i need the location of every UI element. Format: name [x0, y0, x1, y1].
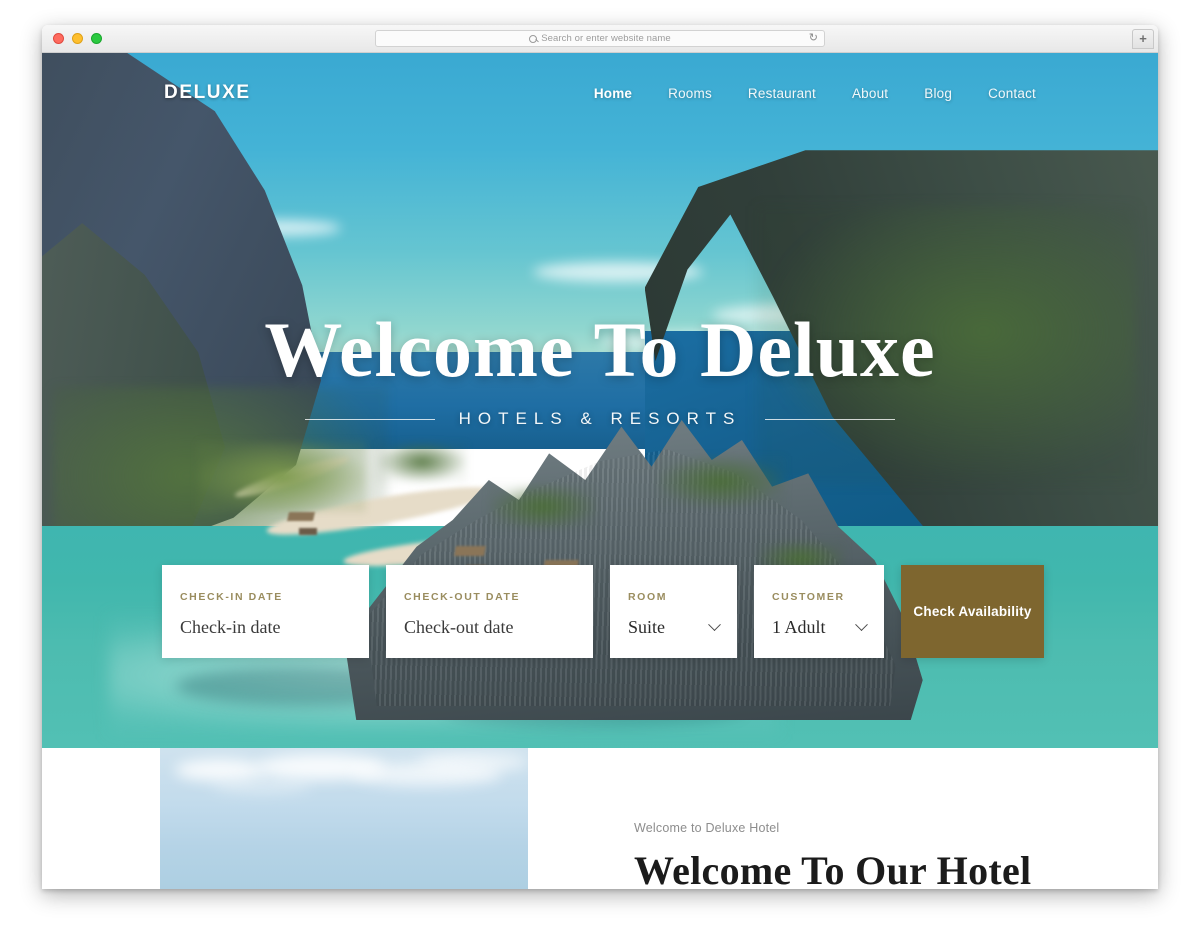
nav-item-home[interactable]: Home: [594, 86, 632, 101]
hero-copy: Welcome To Deluxe HOTELS & RESORTS: [42, 311, 1158, 429]
welcome-section-photo: [160, 748, 528, 889]
beach-hut-roof: [454, 546, 486, 557]
booking-form: CHECK-IN DATE Check-in date CHECK-OUT DA…: [162, 565, 1044, 658]
hero-subtitle-row: HOTELS & RESORTS: [42, 409, 1158, 429]
checkin-date-label: CHECK-IN DATE: [180, 591, 283, 603]
karst-vegetation: [488, 483, 599, 530]
hero-title: Welcome To Deluxe: [264, 306, 936, 393]
customer-select-value[interactable]: 1 Adult: [772, 617, 826, 638]
window-traffic-lights: [53, 33, 102, 44]
divider-line-right: [765, 418, 896, 420]
room-select-value[interactable]: Suite: [628, 617, 665, 638]
room-label: ROOM: [628, 591, 668, 603]
brand-logo[interactable]: DELUXE: [164, 82, 251, 104]
checkin-date-value-row: Check-in date: [180, 617, 351, 638]
nav-item-about[interactable]: About: [852, 86, 888, 101]
search-icon: [529, 34, 538, 43]
cloud-shape: [211, 779, 312, 794]
address-bar-placeholder: Search or enter website name: [541, 33, 671, 44]
checkout-date-value-row: Check-out date: [404, 617, 575, 638]
welcome-section: Welcome to Deluxe Hotel Welcome To Our H…: [42, 748, 1158, 889]
beach-hut: [298, 528, 317, 536]
site-navigation: DELUXE Home Rooms Restaurant About Blog …: [42, 53, 1158, 133]
chevron-down-icon[interactable]: [708, 618, 721, 632]
room-select-field[interactable]: ROOM Suite: [610, 565, 737, 658]
nav-item-contact[interactable]: Contact: [988, 86, 1036, 101]
close-window-button[interactable]: [53, 33, 64, 44]
customer-label: CUSTOMER: [772, 591, 845, 603]
page-viewport: DELUXE Home Rooms Restaurant About Blog …: [42, 53, 1158, 889]
maximize-window-button[interactable]: [91, 33, 102, 44]
divider-line-left: [304, 418, 435, 420]
nav-links: Home Rooms Restaurant About Blog Contact: [594, 86, 1036, 101]
customer-value-row: 1 Adult: [772, 617, 868, 638]
hero-subtitle: HOTELS & RESORTS: [458, 409, 742, 428]
karst-vegetation: [376, 442, 467, 483]
cloud-shape: [174, 759, 265, 782]
checkout-date-input[interactable]: Check-out date: [404, 617, 513, 638]
checkout-date-label: CHECK-OUT DATE: [404, 591, 521, 603]
checkin-date-field[interactable]: CHECK-IN DATE Check-in date: [162, 565, 369, 658]
welcome-heading: Welcome To Our Hotel: [634, 848, 1032, 890]
room-value-row: Suite: [628, 617, 721, 638]
welcome-section-text: Welcome to Deluxe Hotel Welcome To Our H…: [634, 748, 1114, 889]
karst-vegetation: [655, 456, 786, 509]
customer-select-field[interactable]: CUSTOMER 1 Adult: [754, 565, 884, 658]
checkin-date-input[interactable]: Check-in date: [180, 617, 280, 638]
browser-chrome-bar: Search or enter website name ↻ +: [42, 25, 1158, 53]
chevron-down-icon[interactable]: [855, 618, 868, 632]
grass-patch: [198, 442, 366, 512]
checkout-date-field[interactable]: CHECK-OUT DATE Check-out date: [386, 565, 593, 658]
cloud-shape: [417, 752, 528, 773]
welcome-eyebrow: Welcome to Deluxe Hotel: [634, 821, 780, 835]
hero-section: DELUXE Home Rooms Restaurant About Blog …: [42, 53, 1158, 748]
nav-item-blog[interactable]: Blog: [924, 86, 952, 101]
check-availability-button[interactable]: Check Availability: [901, 565, 1044, 658]
minimize-window-button[interactable]: [72, 33, 83, 44]
nav-item-restaurant[interactable]: Restaurant: [748, 86, 816, 101]
beach-hut-roof: [286, 511, 315, 521]
address-bar[interactable]: Search or enter website name ↻: [375, 30, 825, 47]
reload-icon[interactable]: ↻: [809, 33, 818, 44]
new-tab-button[interactable]: +: [1132, 29, 1154, 49]
nav-item-rooms[interactable]: Rooms: [668, 86, 712, 101]
browser-window: Search or enter website name ↻ + DELUXE …: [42, 25, 1158, 889]
